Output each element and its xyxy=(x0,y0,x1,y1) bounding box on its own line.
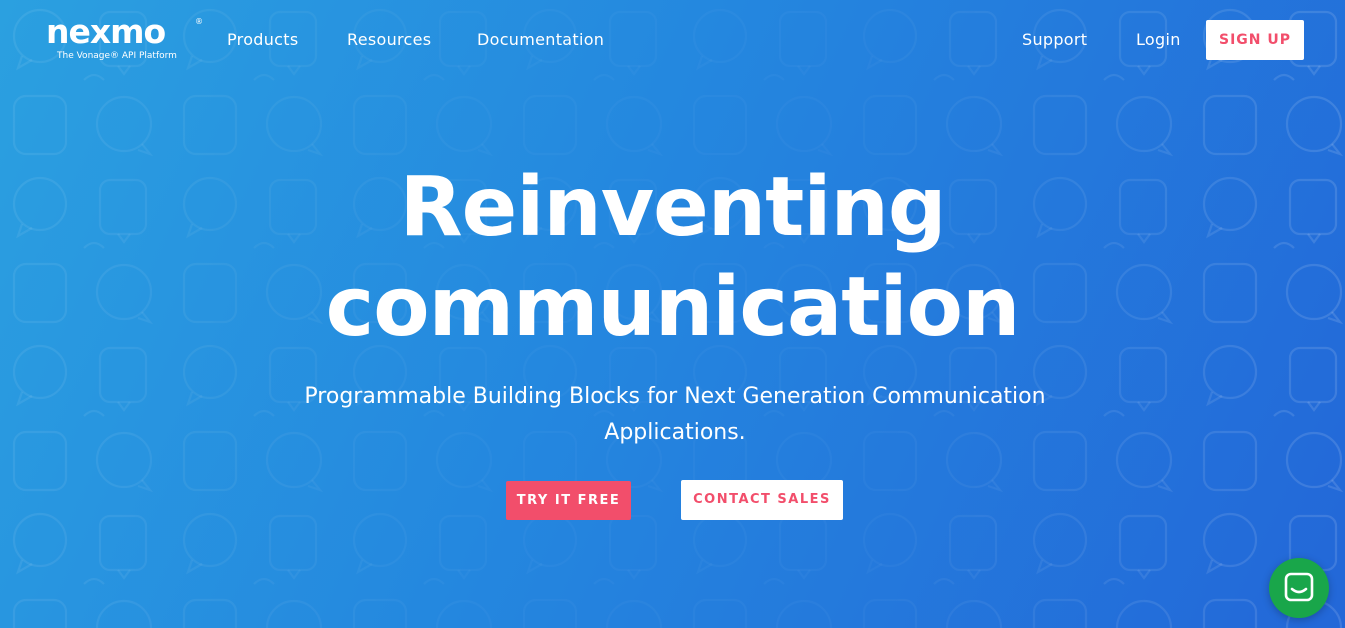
hero-title-line-2: communication xyxy=(325,260,1021,355)
logo-wordmark: nexmo xyxy=(46,12,166,51)
chat-icon xyxy=(1284,572,1314,602)
nav-login[interactable]: Login xyxy=(1136,30,1181,50)
contact-sales-button[interactable]: CONTACT SALES xyxy=(681,480,843,520)
hero-title-line-1: Reinventing xyxy=(399,160,946,255)
nav-support[interactable]: Support xyxy=(1022,30,1087,50)
try-it-free-button[interactable]: TRY IT FREE xyxy=(506,481,631,520)
nexmo-logo[interactable]: nexmo ® The Vonage® API Platform xyxy=(46,14,206,64)
nav-documentation[interactable]: Documentation xyxy=(477,30,604,50)
chat-launcher-button[interactable] xyxy=(1269,558,1329,618)
logo-registered-mark: ® xyxy=(195,17,203,26)
nav-products[interactable]: Products xyxy=(227,30,299,50)
nav-resources[interactable]: Resources xyxy=(347,30,431,50)
hero-subtitle: Programmable Building Blocks for Next Ge… xyxy=(304,384,1046,445)
hero-section: nexmo ® The Vonage® API Platform Product… xyxy=(0,0,1345,628)
hero-title: Reinventing communication xyxy=(0,158,1345,358)
sign-up-button[interactable]: SIGN UP xyxy=(1206,20,1304,60)
logo-tagline: The Vonage® API Platform xyxy=(57,51,177,61)
